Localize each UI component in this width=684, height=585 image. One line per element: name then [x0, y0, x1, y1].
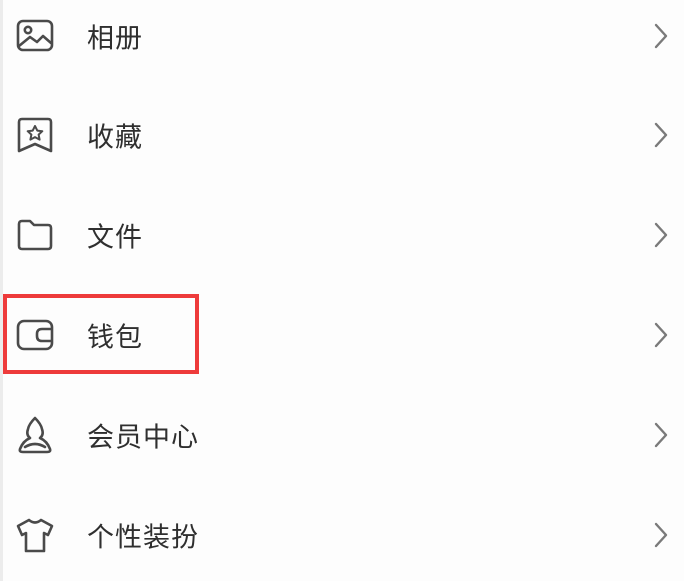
menu-item-label: 文件 — [87, 222, 143, 254]
menu-item-label: 个性装扮 — [87, 522, 199, 554]
menu-item-files[interactable]: 文件 — [3, 185, 684, 285]
album-icon — [15, 16, 55, 56]
wallet-icon — [15, 315, 55, 355]
chevron-right-icon — [652, 421, 670, 449]
chevron-right-icon — [652, 521, 670, 549]
folder-icon — [15, 215, 55, 255]
favorites-icon — [15, 115, 55, 155]
menu-item-label: 收藏 — [87, 122, 143, 154]
chevron-right-icon — [652, 121, 670, 149]
tshirt-icon — [15, 515, 55, 555]
menu-item-member-center[interactable]: 会员中心 — [3, 385, 684, 485]
menu-item-label: 会员中心 — [87, 422, 199, 454]
menu-item-favorites[interactable]: 收藏 — [3, 85, 684, 185]
menu-list: 相册 收藏 文件 钱包 会员中心 个性装扮 — [0, 0, 684, 581]
menu-item-label: 钱包 — [87, 322, 143, 354]
chevron-right-icon — [652, 221, 670, 249]
page: 相册 收藏 文件 钱包 会员中心 个性装扮 — [0, 0, 684, 581]
menu-item-album[interactable]: 相册 — [3, 0, 684, 86]
menu-item-personalize[interactable]: 个性装扮 — [3, 485, 684, 585]
menu-item-wallet[interactable]: 钱包 — [3, 285, 684, 385]
chevron-right-icon — [652, 22, 670, 50]
member-center-icon — [15, 415, 55, 455]
chevron-right-icon — [652, 321, 670, 349]
menu-item-label: 相册 — [87, 23, 143, 55]
